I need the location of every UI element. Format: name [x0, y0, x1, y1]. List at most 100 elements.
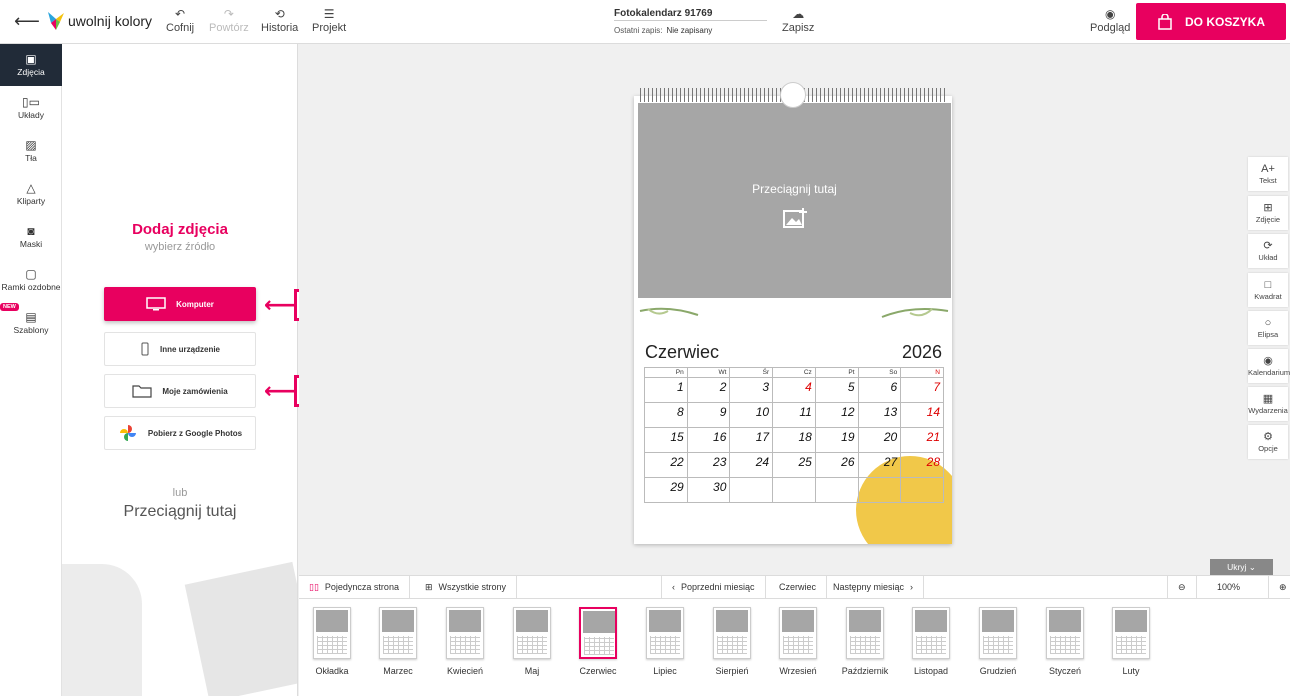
- monitor-icon: [146, 297, 166, 311]
- page-thumbnail[interactable]: [846, 607, 884, 659]
- calendar-page[interactable]: Przeciągnij tutaj Czerwiec 2026 Pn Wt Śr…: [634, 96, 952, 544]
- leaf-decoration: [639, 307, 699, 316]
- sidebar-item-masks[interactable]: ◙ Maski: [0, 216, 62, 258]
- back-arrow-icon[interactable]: ⟵: [14, 11, 40, 32]
- day-cell: 10: [729, 402, 774, 428]
- sidebar-item-cliparts[interactable]: △ Kliparty: [0, 173, 62, 215]
- page-thumbnails: Okładka Marzec Kwiecień Maj Czerwiec Lip…: [299, 599, 1290, 696]
- cliparts-icon: △: [26, 181, 36, 195]
- my-orders-source-button[interactable]: Moje zamówienia: [104, 374, 256, 408]
- text-plus-icon: A+: [1261, 163, 1275, 175]
- color-wheel-icon: ◉: [1263, 355, 1273, 367]
- weekday-header: Wt: [686, 367, 731, 378]
- logo-icon: [48, 12, 64, 30]
- add-image-icon: [783, 208, 807, 228]
- history-icon: ⟲: [274, 7, 285, 21]
- page-thumbnail[interactable]: [313, 607, 351, 659]
- sidebar-item-backgrounds[interactable]: ▨ Tła: [0, 130, 62, 172]
- day-cell: 19: [814, 427, 859, 453]
- square-icon: □: [1264, 279, 1272, 291]
- zoom-in-icon: ⊕: [1279, 582, 1287, 592]
- history-button[interactable]: ⟲ Historia: [261, 7, 298, 35]
- previous-month-button[interactable]: ‹ Poprzedni miesiąc: [661, 576, 766, 598]
- day-cell: 2: [686, 377, 731, 403]
- square-tool[interactable]: □ Kwadrat: [1248, 273, 1288, 307]
- ellipse-tool[interactable]: ○ Elipsa: [1248, 311, 1288, 345]
- day-cell: 30: [686, 477, 731, 503]
- project-button[interactable]: ☰ Projekt: [312, 8, 346, 35]
- weekday-header: N: [900, 367, 944, 378]
- calendar-icon: ▦: [1262, 393, 1274, 405]
- or-label: lub: [172, 487, 188, 499]
- events-tool[interactable]: ▦ Wydarzenia: [1248, 387, 1288, 421]
- add-photo-tool[interactable]: ⊞ Zdjęcie: [1248, 196, 1288, 230]
- day-cell: [857, 477, 902, 503]
- weekday-header: Cz: [772, 367, 816, 378]
- chevron-right-icon: ›: [910, 582, 914, 592]
- panel-subtitle: wybierz źródło: [144, 241, 216, 253]
- weekday-header: Pt: [814, 367, 859, 378]
- hide-thumbnails-button[interactable]: Ukryj ⌄: [1210, 559, 1273, 575]
- document-title[interactable]: Fotokalendarz 91769: [614, 8, 712, 19]
- next-month-button[interactable]: Następny miesiąc ›: [823, 576, 925, 598]
- decorative-illustration: [62, 564, 142, 696]
- photo-drop-zone[interactable]: Przeciągnij tutaj: [638, 103, 951, 298]
- page-thumbnail[interactable]: [979, 607, 1017, 659]
- page-thumbnail[interactable]: [912, 607, 950, 659]
- page-thumbnail[interactable]: [713, 607, 751, 659]
- day-cell: 28: [900, 452, 944, 478]
- day-cell: [729, 477, 774, 503]
- day-cell: 18: [772, 427, 816, 453]
- undo-button[interactable]: ↶ Cofnij: [166, 8, 194, 35]
- day-cell: 5: [814, 377, 859, 403]
- calendar-grid: Pn Wt Śr Cz Pt So N 1 2 3 4 5 6 7 8 9 10…: [644, 367, 944, 503]
- google-photos-source-button[interactable]: Pobierz z Google Photos: [104, 416, 256, 450]
- save-button[interactable]: ☁ Zapisz: [782, 7, 814, 35]
- new-badge: NEW: [0, 303, 19, 311]
- page-thumbnail[interactable]: [1046, 607, 1084, 659]
- panel-title: Dodaj zdjęcia: [132, 221, 228, 238]
- day-cell: 24: [729, 452, 774, 478]
- day-cell: 11: [772, 402, 816, 428]
- page-thumbnail[interactable]: [1112, 607, 1150, 659]
- arrow-left-icon: ⟵: [264, 378, 296, 403]
- zoom-in-button[interactable]: ⊕: [1269, 576, 1290, 598]
- sidebar-item-frames[interactable]: ▢ Ramki ozdobne: [0, 259, 62, 301]
- day-cell: 21: [900, 427, 944, 453]
- current-month-label: Czerwiec: [769, 576, 828, 598]
- day-cell: 12: [814, 402, 859, 428]
- arrow-left-icon: ⟵: [264, 292, 296, 317]
- add-to-cart-button[interactable]: DO KOSZYKA: [1136, 3, 1286, 40]
- page-thumbnail[interactable]: [513, 607, 551, 659]
- layout-tool[interactable]: ⟳ Układ: [1248, 234, 1288, 268]
- refresh-icon: ⟳: [1263, 240, 1273, 252]
- add-text-tool[interactable]: A+ Tekst: [1248, 157, 1288, 191]
- single-page-icon: ▯▯: [309, 582, 319, 592]
- options-tool[interactable]: ⚙ Opcje: [1248, 425, 1288, 459]
- google-photos-icon: [119, 425, 136, 441]
- page-thumbnail[interactable]: [646, 607, 684, 659]
- chevron-left-icon: ‹: [672, 582, 675, 592]
- page-thumbnail[interactable]: [779, 607, 817, 659]
- day-cell: 16: [686, 427, 731, 453]
- day-cell: 1: [644, 377, 688, 403]
- all-pages-button[interactable]: ⊞ Wszystkie strony: [415, 576, 518, 598]
- page-thumbnail-selected[interactable]: [579, 607, 617, 659]
- sidebar-item-layouts[interactable]: ▯▭ Układy: [0, 87, 62, 129]
- cloud-icon: ☁: [792, 7, 805, 21]
- page-thumbnail[interactable]: [446, 607, 484, 659]
- day-cell: 17: [729, 427, 774, 453]
- single-page-button[interactable]: ▯▯ Pojedyncza strona: [299, 576, 410, 598]
- other-device-source-button[interactable]: Inne urządzenie: [104, 332, 256, 366]
- phone-icon: [141, 342, 149, 356]
- chevron-down-icon: ⌄: [1248, 562, 1256, 572]
- computer-source-button[interactable]: Komputer: [104, 287, 256, 321]
- zoom-out-icon: ⊖: [1178, 582, 1186, 592]
- redo-button[interactable]: ↷ Powtórz: [209, 8, 249, 35]
- calendarium-tool[interactable]: ◉ Kalendarium: [1248, 349, 1290, 383]
- preview-button[interactable]: ◉ Podgląd: [1090, 8, 1130, 35]
- page-thumbnail[interactable]: [379, 607, 417, 659]
- sidebar-item-photos[interactable]: ▣ Zdjęcia: [0, 44, 67, 86]
- weekday-header: So: [857, 367, 902, 378]
- zoom-level: 100%: [1189, 576, 1269, 598]
